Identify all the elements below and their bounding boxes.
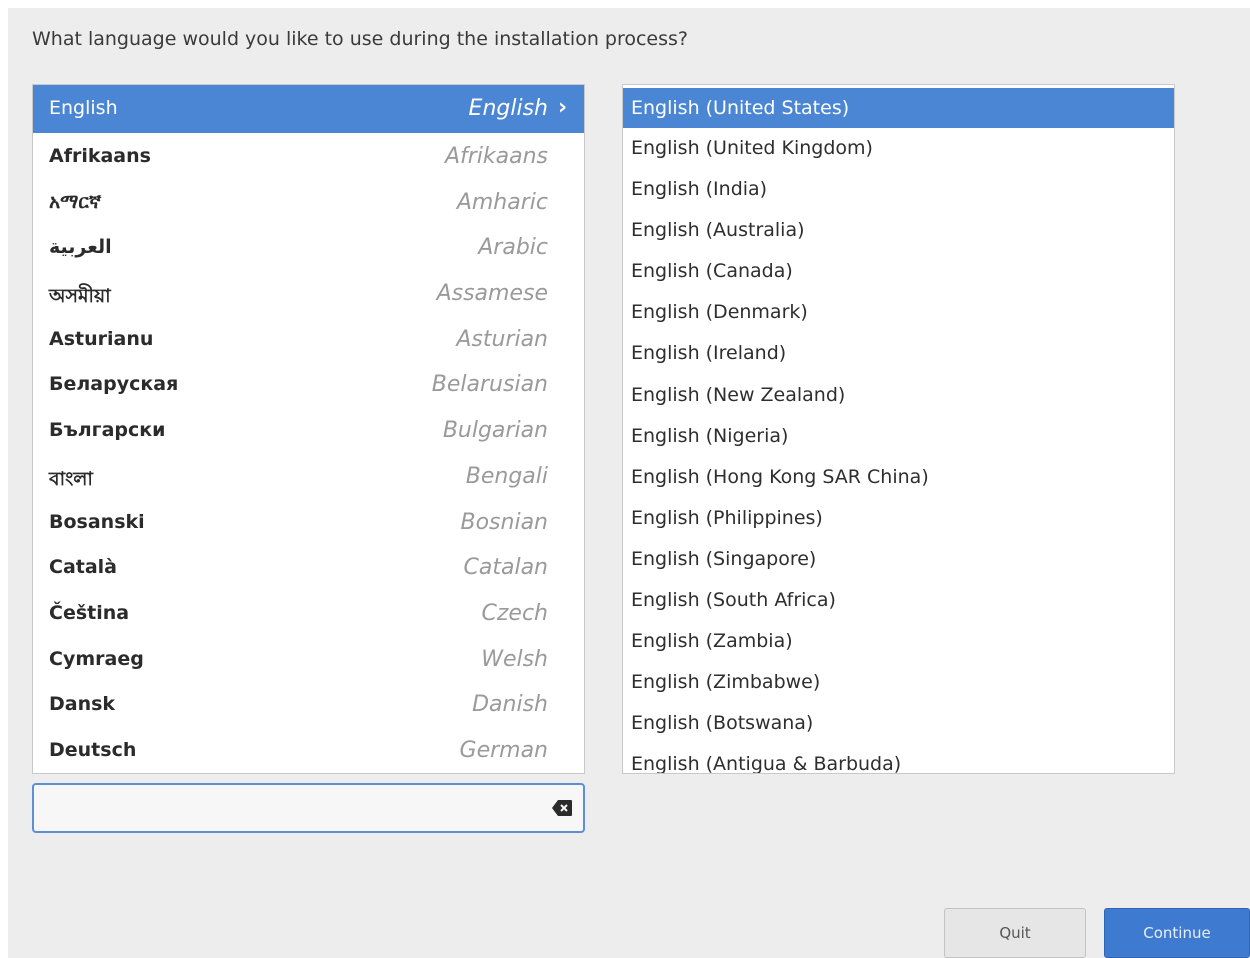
locale-row[interactable]: English (Philippines) xyxy=(623,498,1174,539)
locale-row[interactable]: English (United States) xyxy=(623,88,1174,128)
locale-row[interactable]: English (India) xyxy=(623,169,1174,210)
language-native-name: English xyxy=(49,97,118,119)
locale-row[interactable]: English (Botswana) xyxy=(623,703,1174,744)
language-english-name: Bosnian xyxy=(460,509,549,535)
language-native-name: Беларуская xyxy=(49,373,179,396)
chevron-right-icon: › xyxy=(558,95,568,120)
continue-button[interactable]: Continue xyxy=(1104,908,1250,958)
language-native-name: Afrikaans xyxy=(49,145,151,167)
locale-row[interactable]: English (Zimbabwe) xyxy=(623,662,1174,703)
language-english-name: German xyxy=(459,737,548,763)
language-native-name: Asturianu xyxy=(49,327,154,350)
language-row[interactable]: Български Bulgarian xyxy=(33,407,584,453)
locale-row[interactable]: English (Antigua & Barbuda) xyxy=(623,744,1174,773)
language-english-name: Bulgarian xyxy=(442,418,548,444)
locale-row[interactable]: English (Ireland) xyxy=(623,333,1174,374)
language-row[interactable]: Asturianu Asturian xyxy=(33,316,584,362)
language-native-name: Dansk xyxy=(49,693,116,716)
language-native-name: አማርኛ xyxy=(49,190,102,213)
language-native-name: অসমীয়া xyxy=(49,285,111,308)
language-row[interactable]: Bosanski Bosnian xyxy=(33,499,584,545)
locale-row[interactable]: English (Canada) xyxy=(623,251,1174,292)
language-row[interactable]: অসমীয়া Assamese xyxy=(33,270,584,316)
language-native-name: বাংলা xyxy=(49,467,93,490)
locale-row[interactable]: English (Australia) xyxy=(623,210,1174,251)
language-row[interactable]: العربية Arabic xyxy=(33,224,584,270)
installer-page: What language would you like to use duri… xyxy=(8,8,1250,958)
language-native-name: Bosanski xyxy=(49,510,145,533)
language-english-name: Amharic xyxy=(456,189,548,215)
language-english-name: Assamese xyxy=(436,281,548,307)
language-row[interactable]: Cymraeg Welsh xyxy=(33,636,584,682)
backspace-clear-icon[interactable] xyxy=(551,799,573,817)
language-english-name: English xyxy=(468,96,548,121)
locale-row[interactable]: English (Denmark) xyxy=(623,292,1174,333)
language-row[interactable]: Afrikaans Afrikaans xyxy=(33,133,584,179)
language-english-name: Bengali xyxy=(465,463,548,489)
locale-row[interactable]: English (Hong Kong SAR China) xyxy=(623,457,1174,498)
language-english-name: Afrikaans xyxy=(444,144,548,169)
language-native-name: Čeština xyxy=(49,601,130,624)
language-english-name: Danish xyxy=(472,692,548,718)
language-english-name: Welsh xyxy=(481,646,548,672)
language-search-box[interactable] xyxy=(32,783,585,833)
language-row[interactable]: Català Catalan xyxy=(33,544,584,590)
language-native-name: Deutsch xyxy=(49,738,137,761)
language-english-name: Catalan xyxy=(463,555,549,581)
locale-row[interactable]: English (Zambia) xyxy=(623,621,1174,662)
language-english-name: Belarusian xyxy=(431,372,548,398)
language-row[interactable]: বাংলা Bengali xyxy=(33,453,584,499)
language-native-name: Български xyxy=(49,419,166,442)
locale-row[interactable]: English (United Kingdom) xyxy=(623,128,1174,169)
language-native-name: العربية xyxy=(49,236,112,259)
language-row[interactable]: Čeština Czech xyxy=(33,590,584,636)
quit-button[interactable]: Quit xyxy=(944,908,1086,958)
language-row[interactable]: አማርኛ Amharic xyxy=(33,179,584,225)
locale-row[interactable]: English (New Zealand) xyxy=(623,375,1174,416)
locale-row[interactable]: English (Singapore) xyxy=(623,539,1174,580)
language-list[interactable]: English English › Afrikaans Afrikaans አማርኛ Amh… xyxy=(32,84,585,774)
locale-row[interactable]: English (Nigeria) xyxy=(623,416,1174,457)
locale-list[interactable]: English (United States) English (United K… xyxy=(622,84,1175,774)
language-native-name: Català xyxy=(49,556,118,579)
locale-row[interactable]: English (South Africa) xyxy=(623,580,1174,621)
language-row[interactable]: Dansk Danish xyxy=(33,681,584,727)
language-english-name: Arabic xyxy=(478,235,548,261)
language-english-name: Czech xyxy=(481,600,548,626)
language-row[interactable]: Deutsch German xyxy=(33,727,584,773)
language-row[interactable]: Беларуская Belarusian xyxy=(33,361,584,407)
language-row[interactable]: English English › xyxy=(33,85,584,133)
language-search-input[interactable] xyxy=(42,793,546,825)
language-native-name: Cymraeg xyxy=(49,647,144,670)
language-english-name: Asturian xyxy=(456,326,548,352)
language-question: What language would you like to use duri… xyxy=(32,28,688,50)
